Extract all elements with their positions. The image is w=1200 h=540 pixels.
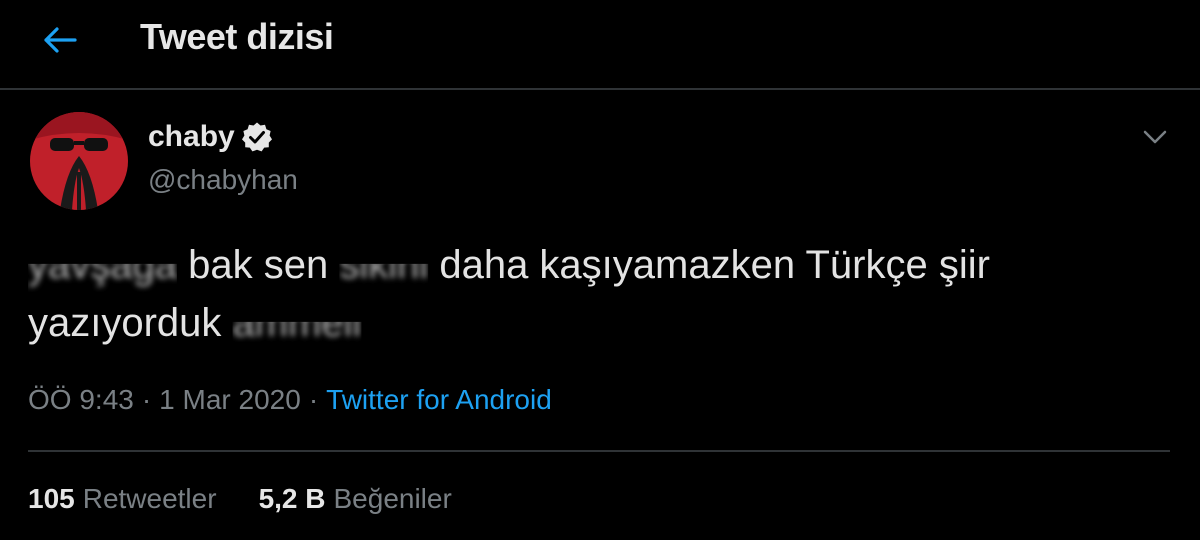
author-name[interactable]: chaby — [148, 120, 235, 154]
tweet-meta: ÖÖ 9:43 · 1 Mar 2020 · Twitter for Andro… — [28, 384, 552, 416]
meta-separator: · — [308, 384, 319, 415]
chevron-down-icon — [1143, 130, 1167, 144]
tweet-time[interactable]: ÖÖ 9:43 — [28, 384, 134, 416]
censored-word: ammeli — [232, 301, 362, 345]
author-row[interactable]: chaby — [148, 120, 273, 154]
tweet-stats: 105 Retweetler 5,2 B Beğeniler — [28, 483, 494, 515]
author-handle[interactable]: @chabyhan — [148, 164, 298, 196]
like-count: 5,2 B — [258, 483, 326, 514]
verified-badge-icon — [241, 122, 272, 152]
top-bar: Tweet dizisi — [0, 0, 1200, 90]
tweet-date[interactable]: 1 Mar 2020 — [159, 384, 301, 416]
retweets-stat[interactable]: 105 Retweetler — [28, 483, 217, 515]
divider — [28, 450, 1170, 452]
page-title: Tweet dizisi — [140, 16, 334, 57]
retweet-count: 105 — [28, 483, 75, 514]
likes-stat[interactable]: 5,2 B Beğeniler — [259, 483, 452, 515]
avatar[interactable] — [30, 112, 128, 210]
censored-word: yavşağa — [28, 243, 177, 287]
censored-word: sikini — [339, 243, 429, 287]
arrow-left-icon — [44, 27, 77, 53]
meta-separator: · — [141, 384, 152, 415]
tweet-source-link[interactable]: Twitter for Android — [326, 384, 552, 416]
like-label: Beğeniler — [333, 483, 452, 514]
tweet-text-part: daha kaşıyamazken Türkçe şiir yazıyorduk — [28, 243, 990, 345]
more-options-button[interactable] — [1138, 122, 1172, 152]
retweet-label: Retweetler — [82, 483, 217, 514]
tweet-text-part: bak sen — [176, 243, 340, 287]
back-button[interactable] — [38, 18, 82, 62]
tweet-text: yavşağa bak sen sikini daha kaşıyamazken… — [28, 236, 1168, 352]
